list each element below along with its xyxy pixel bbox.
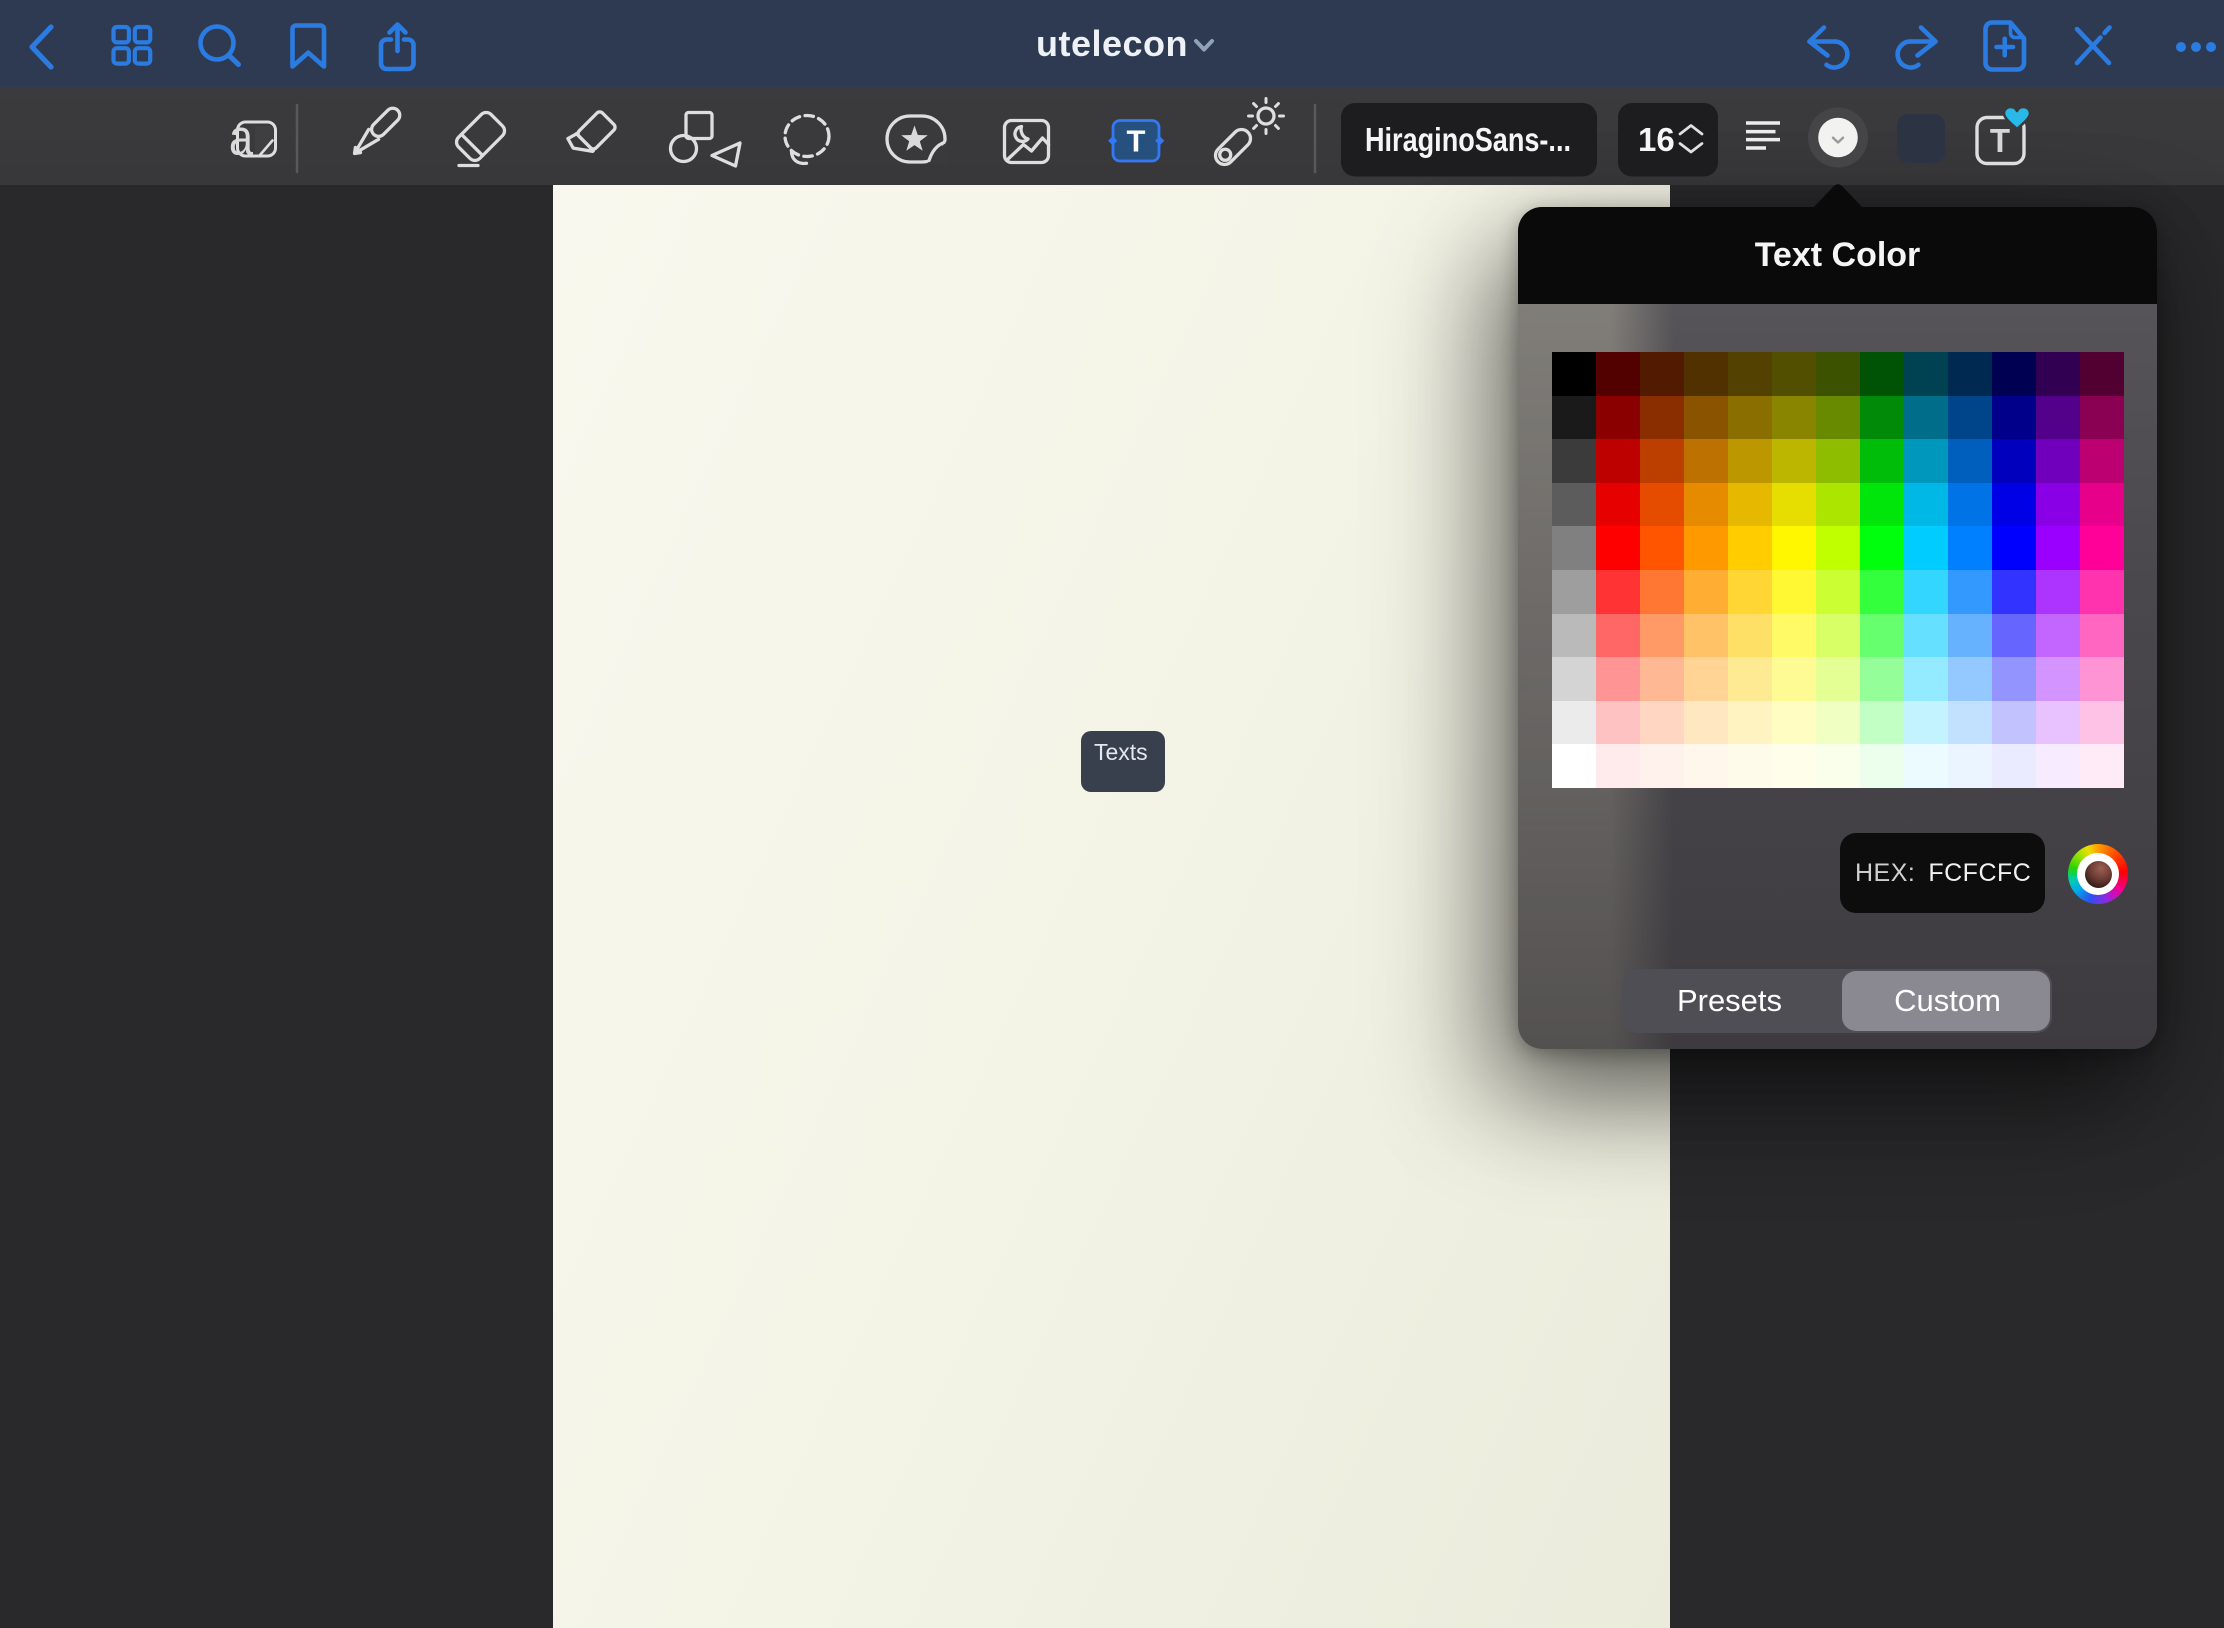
svg-text:T: T	[1127, 124, 1146, 159]
svg-text:HiraginoSans-...: HiraginoSans-...	[1365, 121, 1571, 158]
svg-text:a: a	[229, 110, 253, 166]
svg-text:16: 16	[1638, 121, 1675, 158]
svg-text:T: T	[1990, 122, 2010, 159]
